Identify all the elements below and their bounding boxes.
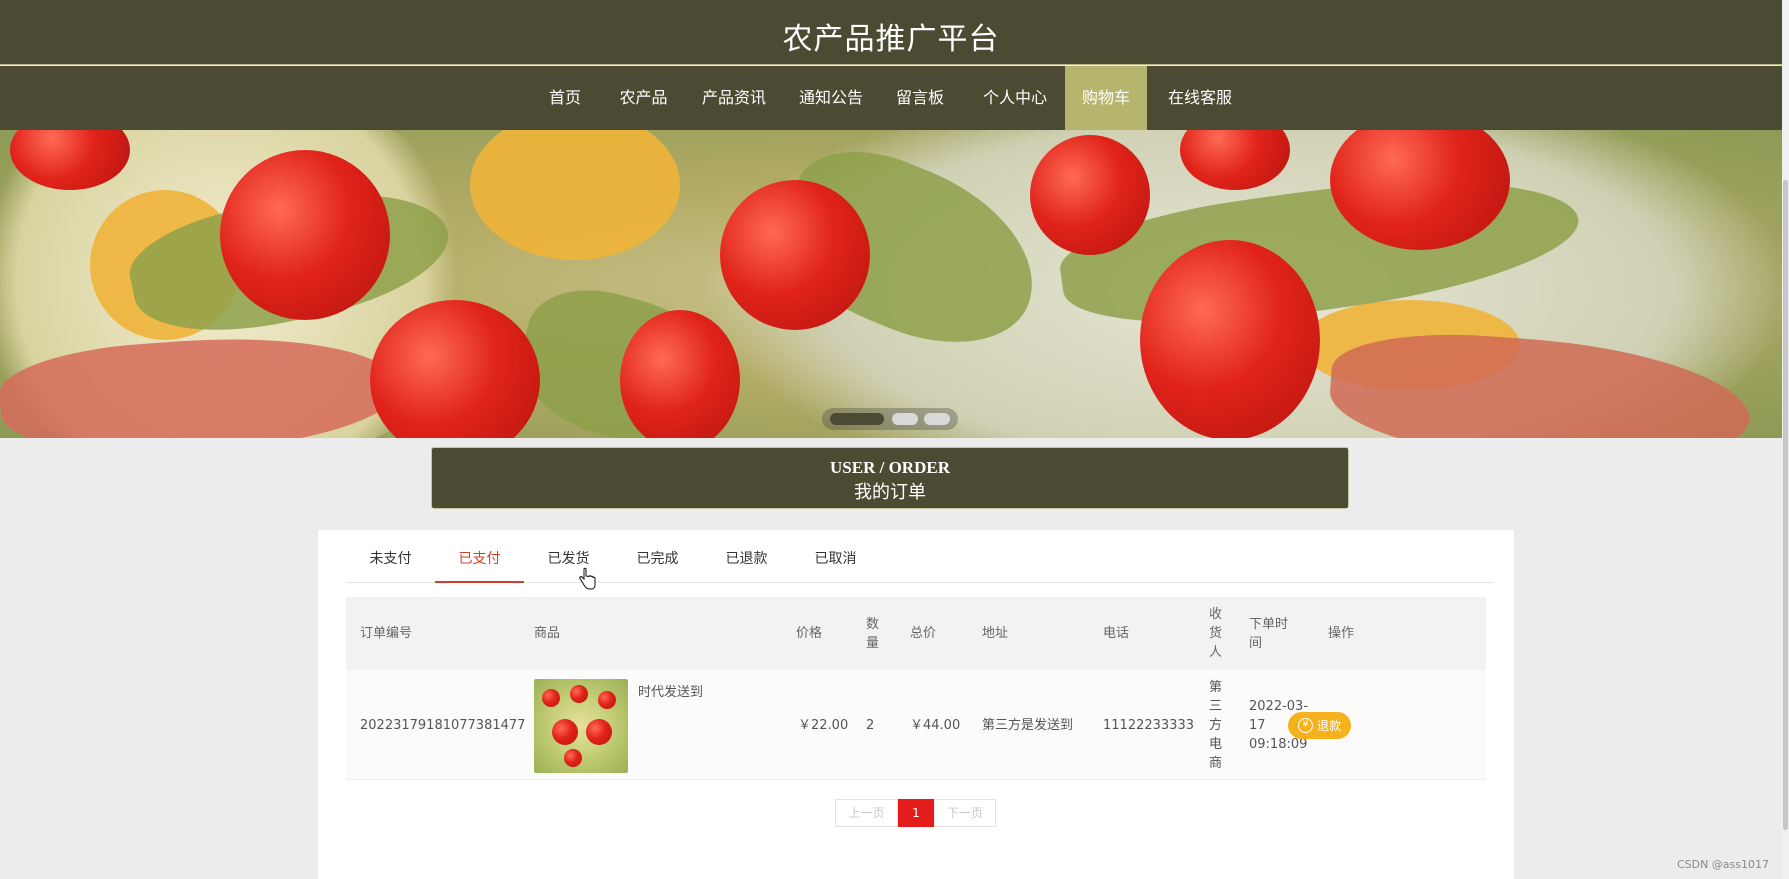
banner-strawberry [1140, 240, 1320, 438]
next-page-button[interactable]: 下一页 [934, 799, 996, 827]
tab-unpaid[interactable]: 未支付 [346, 538, 435, 583]
pagination: 上一页 1 下一页 [835, 799, 996, 827]
refund-label: 退款 [1316, 719, 1341, 733]
banner-strawberry [620, 310, 740, 438]
order-panel: 未支付 已支付 已发货 已完成 已退款 已取消 订单编号 商品 价格 数量 总价… [318, 530, 1514, 879]
site-title: 农产品推广平台 [782, 22, 1000, 57]
col-total: 总价 [910, 626, 937, 641]
banner-strawberry [1030, 135, 1150, 255]
cell-total: ￥44.00 [910, 717, 961, 733]
cell-order-no: 20223179181077381477 [360, 717, 526, 733]
carousel-dot[interactable] [892, 413, 918, 425]
col-qty: 数量 [866, 616, 880, 651]
nav-item-user-center[interactable]: 个人中心 [975, 66, 1055, 130]
watermark: CSDN @ass1017 [1676, 858, 1769, 871]
nav-item-messages[interactable]: 留言板 [888, 66, 952, 130]
carousel-dot[interactable] [924, 413, 950, 425]
carousel-indicators [822, 408, 958, 430]
cell-qty: 2 [866, 717, 875, 733]
nav-item-support[interactable]: 在线客服 [1160, 66, 1240, 130]
thumb-strawberry [542, 689, 560, 707]
col-phone: 电话 [1103, 626, 1130, 641]
section-title-en: USER / ORDER [830, 458, 950, 477]
main-nav: 首页 农产品 产品资讯 通知公告 留言板 个人中心 购物车 在线客服 [0, 66, 1782, 130]
site-header: 农产品推广平台 [0, 0, 1782, 65]
thumb-strawberry [570, 685, 588, 703]
col-action: 操作 [1328, 626, 1355, 641]
banner-strawberry [720, 180, 870, 330]
product-thumbnail[interactable] [534, 679, 628, 773]
col-product: 商品 [534, 626, 561, 641]
col-receiver: 收货人 [1209, 607, 1223, 660]
col-order-no: 订单编号 [360, 626, 413, 641]
section-title: USER / ORDER 我的订单 [431, 447, 1349, 509]
page-scrollbar[interactable] [1782, 0, 1789, 879]
scrollbar-thumb[interactable] [1783, 180, 1788, 830]
thumb-strawberry [598, 691, 616, 709]
refund-button[interactable]: ¥ 退款 [1288, 712, 1351, 739]
col-price: 价格 [796, 626, 823, 641]
tab-paid[interactable]: 已支付 [435, 538, 524, 583]
col-time: 下单时间 [1249, 616, 1289, 651]
tab-completed[interactable]: 已完成 [613, 538, 702, 583]
cell-receiver: 第三方电商 [1209, 679, 1223, 771]
carousel-dot[interactable] [830, 413, 884, 425]
nav-item-news[interactable]: 产品资讯 [694, 66, 774, 130]
table-row: 20223179181077381477 时代发送到 ￥22.00 2 ￥44.… [346, 670, 1486, 780]
yen-icon: ¥ [1297, 718, 1313, 733]
prev-page-button[interactable]: 上一页 [835, 799, 898, 827]
section-title-cn: 我的订单 [854, 482, 926, 502]
tab-cancelled[interactable]: 已取消 [791, 538, 880, 583]
cell-phone: 11122233333 [1103, 717, 1194, 733]
order-status-tabs: 未支付 已支付 已发货 已完成 已退款 已取消 [346, 538, 1494, 583]
thumb-strawberry [586, 719, 612, 745]
nav-item-cart[interactable]: 购物车 [1065, 66, 1147, 130]
current-page[interactable]: 1 [898, 799, 934, 827]
tab-refunded[interactable]: 已退款 [702, 538, 791, 583]
cell-price: ￥22.00 [798, 717, 849, 733]
nav-item-notice[interactable]: 通知公告 [791, 66, 871, 130]
banner-carousel[interactable] [0, 130, 1782, 438]
nav-item-products[interactable]: 农产品 [612, 66, 675, 130]
tab-shipped[interactable]: 已发货 [524, 538, 613, 583]
product-name[interactable]: 时代发送到 [638, 681, 703, 700]
cell-address: 第三方是发送到 [982, 717, 1074, 733]
banner-orange [470, 130, 680, 260]
hand-cursor-icon [579, 567, 596, 590]
banner-strawberry [220, 150, 390, 320]
thumb-strawberry [564, 749, 582, 767]
col-address: 地址 [982, 626, 1009, 641]
table-header: 订单编号 商品 价格 数量 总价 地址 电话 收货人 下单时间 操作 [346, 597, 1486, 670]
thumb-strawberry [552, 719, 578, 745]
nav-item-home[interactable]: 首页 [537, 66, 593, 130]
